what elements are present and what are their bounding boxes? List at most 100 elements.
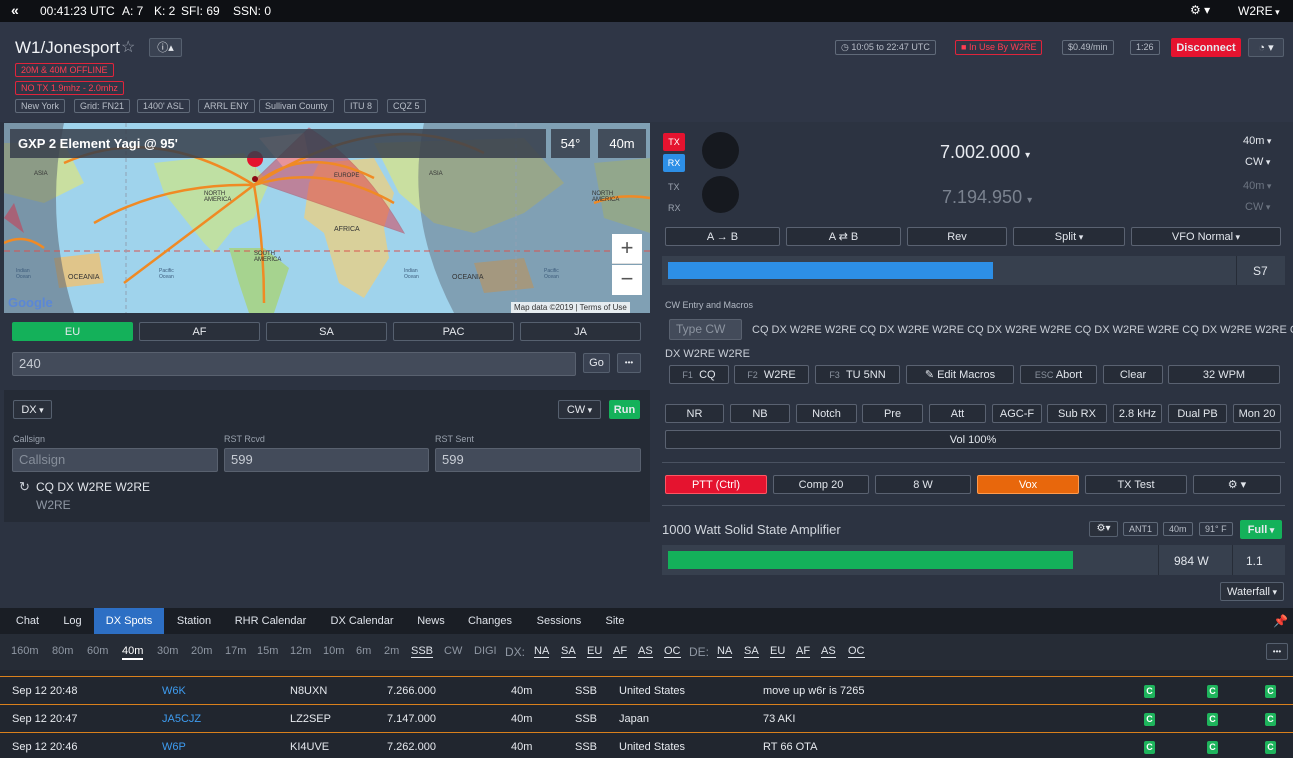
dsp-agc-button[interactable]: AGC-F [992,404,1042,423]
vfo-a-frequency[interactable]: 7.002.000 ▾ [940,142,1030,163]
dsp-nr-button[interactable]: NR [665,404,724,423]
confirm-badge[interactable]: C [1144,713,1155,726]
band-80m[interactable]: 80m [52,645,73,657]
dsp-dualpb-button[interactable]: Dual PB [1168,404,1227,423]
dsp-mon-button[interactable]: Mon 20 [1233,404,1281,423]
band-15m[interactable]: 15m [257,645,278,657]
tx-indicator[interactable]: TX [663,133,685,151]
tab-site[interactable]: Site [598,608,632,634]
tab-sessions[interactable]: Sessions [528,608,590,634]
band-160m[interactable]: 160m [11,645,39,657]
propagation-map[interactable]: NORTH AMERICA SOUTH AMERICA AFRICA EUROP… [4,123,650,313]
dsp-pre-button[interactable]: Pre [862,404,923,423]
gauge-menu-button[interactable]: ◔ ▾ [1248,38,1284,57]
dx-filter-eu[interactable]: EU [587,645,603,658]
macro-f2-button[interactable]: F2 W2RE [734,365,809,384]
de-filter-na[interactable]: NA [717,645,733,658]
tab-station[interactable]: Station [168,608,220,634]
tab-dx-calendar[interactable]: DX Calendar [322,608,402,634]
dx-filter-na[interactable]: NA [534,645,550,658]
band-2m[interactable]: 2m [384,645,399,657]
rst-rcvd-input[interactable]: 599 [224,448,429,472]
info-button[interactable]: ⓘ▴ [149,38,182,57]
rst-sent-input[interactable]: 599 [435,448,641,472]
vfo-b-mode[interactable]: CW [1245,201,1270,213]
clear-button[interactable]: Clear [1103,365,1163,384]
tab-news[interactable]: News [410,608,452,634]
mode-digi[interactable]: DIGI [474,645,497,657]
vox-button[interactable]: Vox [977,475,1079,494]
dx-filter-sa[interactable]: SA [561,645,576,658]
region-eu[interactable]: EU [12,322,133,341]
rx-indicator[interactable]: RX [663,154,685,172]
band-6m[interactable]: 6m [356,645,371,657]
tab-changes[interactable]: Changes [461,608,519,634]
star-icon[interactable]: ☆ [121,37,135,57]
band-40m[interactable]: 40m [122,645,144,660]
cw-input[interactable]: Type CW [669,319,742,340]
dsp-att-button[interactable]: Att [929,404,986,423]
band-20m[interactable]: 20m [191,645,212,657]
tab-dx-spots[interactable]: DX Spots [94,608,164,634]
go-button[interactable]: Go [583,353,610,373]
vfo-b-knob[interactable] [702,176,739,213]
confirm-badge[interactable]: C [1207,685,1218,698]
confirm-badge[interactable]: C [1144,685,1155,698]
macro-f1-button[interactable]: F1 CQ [669,365,729,384]
table-row[interactable]: Sep 12 20:47 JA5CJZ LZ2SEP 7.147.000 40m… [0,704,1293,732]
rev-button[interactable]: Rev [907,227,1007,246]
confirm-badge[interactable]: C [1265,741,1276,754]
de-filter-eu[interactable]: EU [770,645,786,658]
spot-dx-call[interactable]: JA5CJZ [162,713,201,725]
confirm-badge[interactable]: C [1144,741,1155,754]
gear-icon[interactable]: ⚙ ▾ [1190,3,1210,17]
dx-filter-af[interactable]: AF [613,645,628,658]
double-chevron-left-icon[interactable]: « [11,2,19,18]
power-button[interactable]: 8 W [875,475,971,494]
wpm-button[interactable]: 32 WPM [1168,365,1280,384]
vfo-a-mode[interactable]: CW [1245,156,1270,168]
de-filter-af[interactable]: AF [796,645,811,658]
confirm-badge[interactable]: C [1207,741,1218,754]
a-swap-b-button[interactable]: A ⇄ B [786,227,901,246]
amp-settings-button[interactable]: ⚙▾ [1089,521,1118,537]
tab-log[interactable]: Log [55,608,90,634]
region-af[interactable]: AF [139,322,260,341]
band-17m[interactable]: 17m [225,645,246,657]
table-row[interactable]: Sep 12 20:46 W6P KI4UVE 7.262.000 40m SS… [0,732,1293,758]
abort-button[interactable]: ESC Abort [1020,365,1097,384]
disconnect-button[interactable]: Disconnect [1171,38,1241,57]
spot-frequency[interactable]: 7.266.000 [387,685,436,697]
log-mode-select[interactable]: DX [13,400,52,419]
spot-dx-call[interactable]: W6P [162,741,186,753]
dx-filter-as[interactable]: AS [638,645,653,658]
spot-frequency[interactable]: 7.147.000 [387,713,436,725]
repeat-icon[interactable]: ↻ [19,479,30,495]
de-filter-as[interactable]: AS [821,645,836,658]
vfo-normal-button[interactable]: VFO Normal [1131,227,1281,246]
dsp-nb-button[interactable]: NB [730,404,790,423]
callsign-input[interactable]: Callsign [12,448,218,472]
log-cw-select[interactable]: CW [558,400,601,419]
terms-link[interactable]: Terms of Use [580,303,627,312]
ptt-button[interactable]: PTT (Ctrl) [665,475,767,494]
spot-dx-call[interactable]: W6K [162,685,186,697]
pin-icon[interactable]: 📌 [1273,614,1288,628]
tab-chat[interactable]: Chat [5,608,50,634]
vfo-a-band[interactable]: 40m [1243,135,1271,147]
band-30m[interactable]: 30m [157,645,178,657]
amp-full-button[interactable]: Full [1240,520,1282,539]
confirm-badge[interactable]: C [1265,685,1276,698]
dsp-subrx-button[interactable]: Sub RX [1047,404,1107,423]
waterfall-button[interactable]: Waterfall [1220,582,1284,601]
band-10m[interactable]: 10m [323,645,344,657]
vfo-b-band[interactable]: 40m [1243,180,1271,192]
de-filter-sa[interactable]: SA [744,645,759,658]
tx-test-button[interactable]: TX Test [1085,475,1187,494]
confirm-badge[interactable]: C [1265,713,1276,726]
a-to-b-button[interactable]: A → B [665,227,780,246]
band-12m[interactable]: 12m [290,645,311,657]
split-button[interactable]: Split [1013,227,1125,246]
tx-settings-button[interactable]: ⚙ ▾ [1193,475,1281,494]
spot-frequency[interactable]: 7.262.000 [387,741,436,753]
